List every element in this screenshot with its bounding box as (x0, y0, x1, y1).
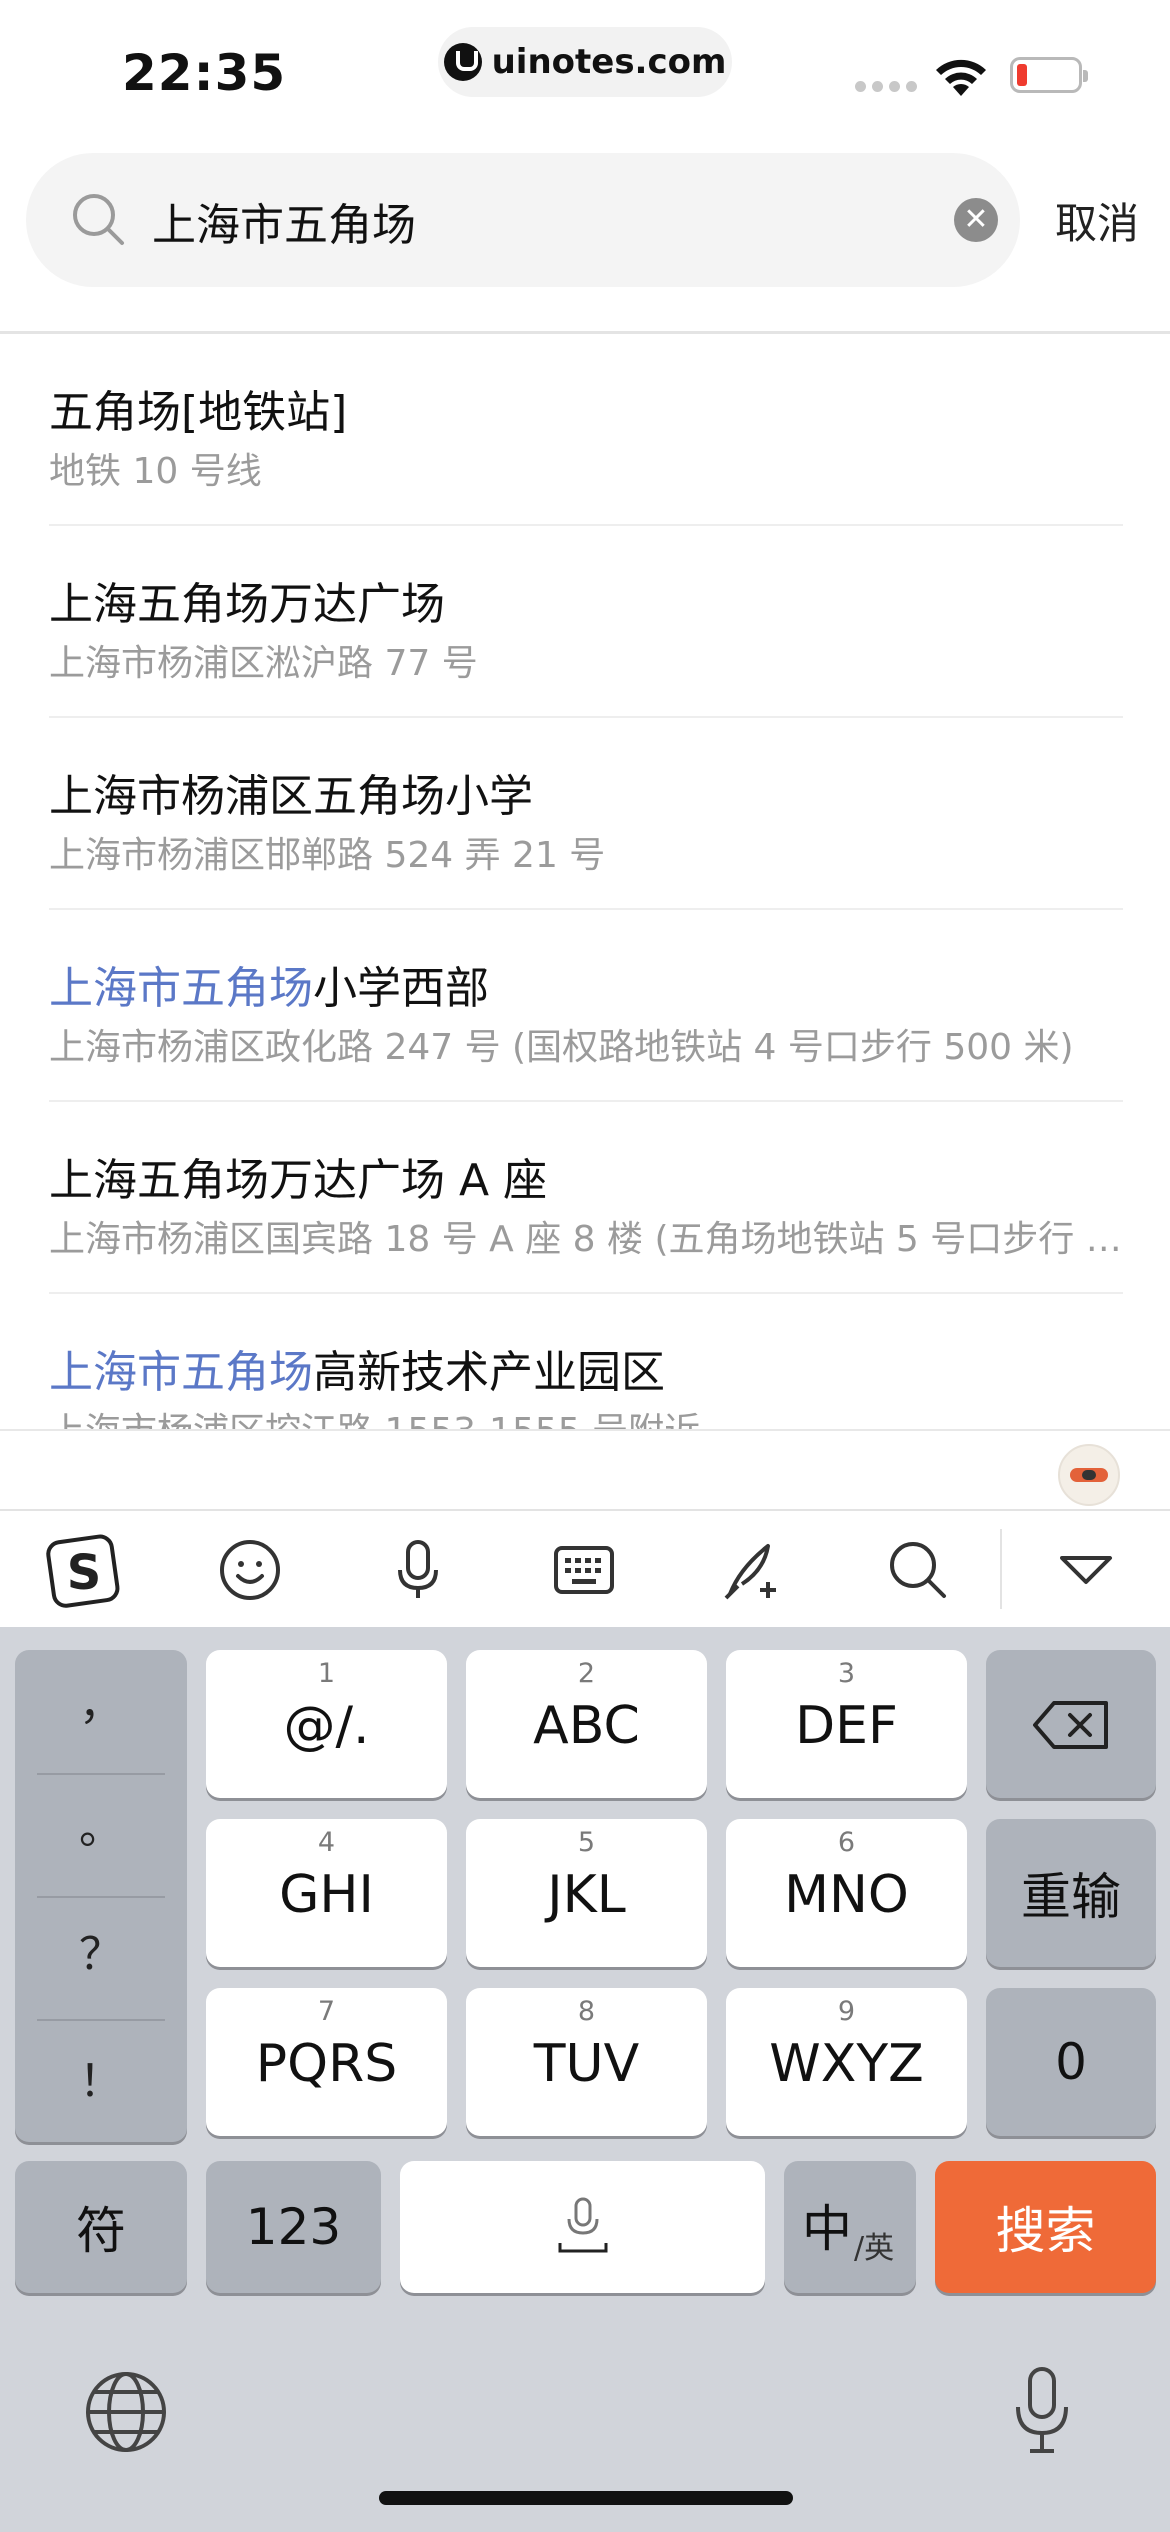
key-number: 2 (577, 1658, 596, 1689)
key-number: 5 (577, 1827, 596, 1858)
search-field[interactable]: 上海市五角场 ✕ (26, 153, 1020, 287)
space-key[interactable] (400, 2161, 765, 2293)
key-label: PQRS (255, 2034, 398, 2094)
reenter-button[interactable]: 重输 (986, 1819, 1156, 1967)
punctuation-column[interactable]: ， 。 ？ ！ (15, 1650, 187, 2142)
key-6[interactable]: 6 MNO (726, 1819, 967, 1967)
divider (1000, 1529, 1002, 1609)
search-input[interactable]: 上海市五角场 (152, 189, 416, 253)
numbers-key[interactable]: 123 (206, 2161, 381, 2293)
key-4[interactable]: 4 GHI (206, 1819, 447, 1967)
result-subtitle: 上海市杨浦区国宾路 18 号 A 座 8 楼 (五角场地铁站 5 号口步行 50… (49, 1219, 1139, 1260)
result-subtitle: 上海市杨浦区控江路 1553-1555 号附近 (49, 1402, 1139, 1429)
signal-dots-icon (855, 81, 917, 92)
divider (0, 1429, 1170, 1431)
key-2[interactable]: 2 ABC (466, 1650, 707, 1798)
key-8[interactable]: 8 TUV (466, 1988, 707, 2136)
clear-icon[interactable]: ✕ (954, 198, 998, 242)
result-title: 上海市五角场小学西部 (49, 963, 489, 1014)
list-item[interactable]: 上海五角场万达广场 A 座 上海市杨浦区国宾路 18 号 A 座 8 楼 (五角… (49, 1102, 1139, 1294)
key-3[interactable]: 3 DEF (726, 1650, 967, 1798)
list-item[interactable]: 上海五角场万达广场 上海市杨浦区淞沪路 77 号 (49, 526, 1123, 718)
backspace-icon (1033, 1701, 1108, 1749)
globe-icon[interactable] (84, 2370, 168, 2454)
search-icon (73, 194, 124, 245)
wifi-icon (936, 59, 986, 96)
key-label: 0 (1055, 2033, 1087, 2091)
key-number: 3 (837, 1658, 856, 1689)
result-title: 上海五角场万达广场 (49, 579, 445, 630)
collapse-icon[interactable] (1054, 1538, 1118, 1602)
result-title: 上海市五角场高新技术产业园区 (49, 1347, 665, 1398)
key-label: @/. (283, 1696, 370, 1756)
key-7[interactable]: 7 PQRS (206, 1988, 447, 2136)
site-url: uinotes.com (491, 42, 727, 82)
key-label: DEF (795, 1696, 898, 1756)
list-item[interactable]: 上海市杨浦区五角场小学 上海市杨浦区邯郸路 524 弄 21 号 (49, 718, 1123, 910)
result-subtitle: 上海市杨浦区邯郸路 524 弄 21 号 (49, 835, 606, 876)
status-time: 22:35 (122, 44, 287, 102)
key-number: 1 (317, 1658, 336, 1689)
key-label: JKL (547, 1865, 626, 1925)
list-item[interactable]: 五角场[地铁站] 地铁 10 号线 (49, 334, 1123, 526)
url-pill[interactable]: uinotes.com (438, 27, 732, 97)
battery-icon (1010, 57, 1088, 93)
key-label: 搜索 (995, 2202, 1096, 2260)
key-label: 符 (76, 2202, 126, 2260)
key-label: WXYZ (769, 2034, 924, 2094)
emoji-icon[interactable] (218, 1538, 282, 1602)
keyboard-toolbar: S (0, 1509, 1170, 1629)
key-number: 8 (577, 1996, 596, 2027)
results-list[interactable]: 五角场[地铁站] 地铁 10 号线 上海五角场万达广场 上海市杨浦区淞沪路 77… (0, 334, 1170, 1429)
divider (37, 1896, 165, 1898)
key-label: 123 (245, 2198, 342, 2256)
dictation-mic-icon[interactable] (1006, 2365, 1078, 2457)
key-label: ABC (533, 1696, 640, 1756)
punct-exclaim-key[interactable]: ！ (15, 2045, 187, 2168)
home-indicator[interactable] (379, 2491, 793, 2505)
key-label: 重输 (1021, 1868, 1121, 1926)
key-label: GHI (279, 1865, 374, 1925)
list-item[interactable]: 上海市五角场小学西部 上海市杨浦区政化路 247 号 (国权路地铁站 4 号口步… (49, 910, 1123, 1102)
key-label: 中 (802, 2200, 852, 2258)
cancel-button[interactable]: 取消 (1055, 190, 1139, 251)
mascot-icon[interactable] (1058, 1444, 1120, 1506)
key-label: MNO (784, 1865, 909, 1925)
key-label: TUV (533, 2034, 640, 2094)
result-title: 上海市杨浦区五角场小学 (49, 771, 533, 822)
punct-question-key[interactable]: ？ (15, 1918, 187, 2041)
lang-switch-key[interactable]: 中 /英 (784, 2161, 916, 2293)
result-subtitle: 地铁 10 号线 (49, 451, 262, 492)
list-item[interactable]: 上海市五角场高新技术产业园区 上海市杨浦区控江路 1553-1555 号附近 (49, 1294, 1123, 1429)
key-number: 7 (317, 1996, 336, 2027)
key-1[interactable]: 1 @/. (206, 1650, 447, 1798)
key-number: 9 (837, 1996, 856, 2027)
keyboard: ， 。 ？ ！ 1 @/. 2 ABC 3 DEF 4 GHI 5 JKL 6 … (0, 1627, 1170, 2532)
handwriting-icon[interactable] (720, 1538, 784, 1602)
sogou-logo-icon[interactable]: S (45, 1533, 123, 1611)
key-0[interactable]: 0 (986, 1988, 1156, 2136)
search-button[interactable]: 搜索 (935, 2161, 1156, 2293)
space-mic-icon (558, 2197, 608, 2253)
result-subtitle: 上海市杨浦区政化路 247 号 (国权路地铁站 4 号口步行 500 米) (49, 1027, 1074, 1068)
divider (37, 2019, 165, 2021)
status-bar: 22:35 uinotes.com (0, 0, 1170, 140)
microphone-icon[interactable] (386, 1538, 450, 1602)
result-title: 五角场[地铁站] (49, 387, 348, 438)
result-subtitle: 上海市杨浦区淞沪路 77 号 (49, 643, 478, 684)
delete-button[interactable] (986, 1650, 1156, 1798)
divider (37, 1773, 165, 1775)
key-label-sub: /英 (854, 2231, 895, 2266)
key-5[interactable]: 5 JKL (466, 1819, 707, 1967)
keyboard-icon[interactable] (552, 1538, 616, 1602)
site-logo-icon (443, 43, 482, 81)
symbols-key[interactable]: 符 (15, 2161, 187, 2293)
svg-text:S: S (67, 1545, 102, 1601)
result-title: 上海五角场万达广场 A 座 (49, 1155, 548, 1206)
key-number: 4 (317, 1827, 336, 1858)
key-number: 6 (837, 1827, 856, 1858)
key-9[interactable]: 9 WXYZ (726, 1988, 967, 2136)
search-icon[interactable] (886, 1538, 950, 1602)
